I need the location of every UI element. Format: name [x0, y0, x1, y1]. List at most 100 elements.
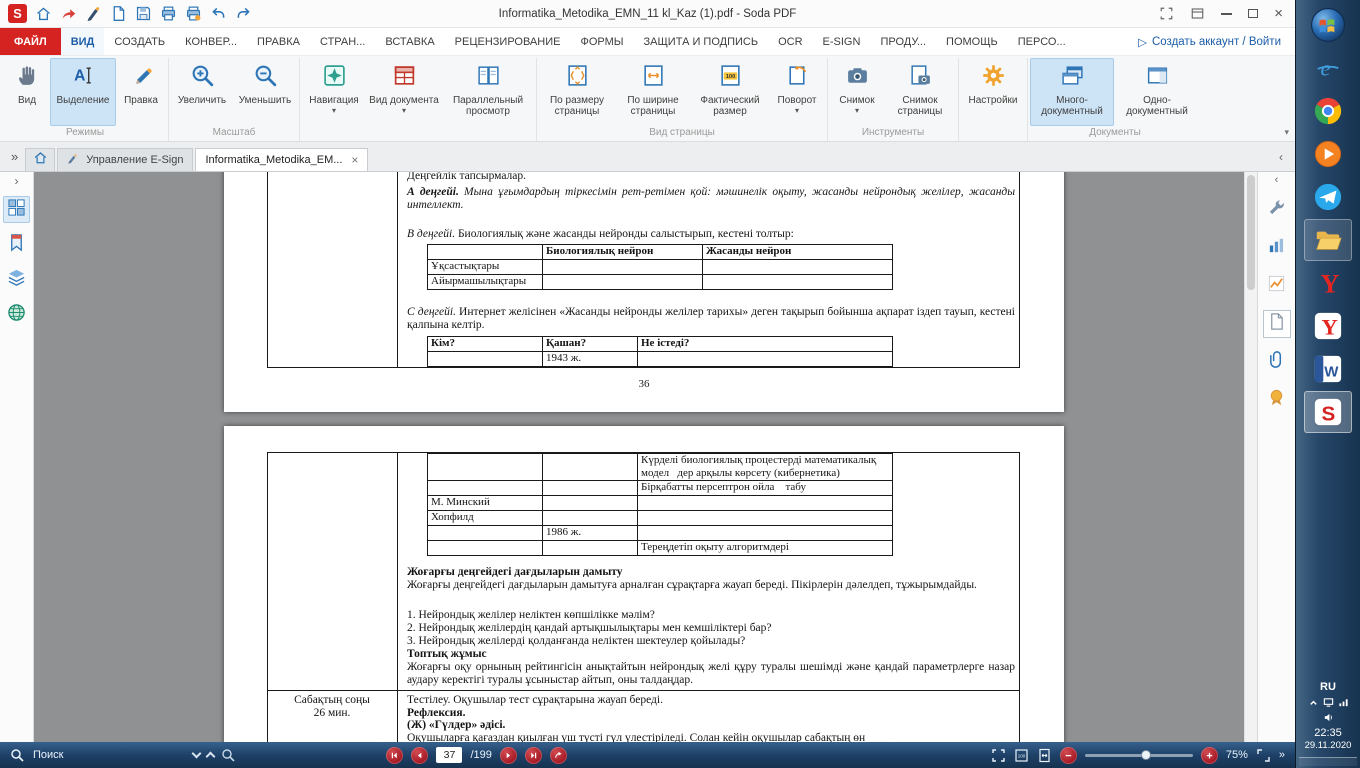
menu-tab-view[interactable]: ВИД: [61, 28, 105, 55]
menu-tab-esign[interactable]: E-SIGN: [813, 28, 871, 55]
paperclip-panel-button[interactable]: [1263, 348, 1291, 376]
document-view-button[interactable]: Вид документа ▾: [366, 58, 442, 126]
zoom-in-button[interactable]: Увеличить: [171, 58, 233, 126]
fit-window-icon[interactable]: [1256, 748, 1271, 763]
menu-tab-file[interactable]: ФАЙЛ: [0, 28, 61, 55]
taskbar-word-button[interactable]: W: [1304, 348, 1352, 390]
zoom-out-button[interactable]: [1060, 747, 1077, 764]
scrollbar-thumb[interactable]: [1247, 175, 1255, 290]
tabs-scroll-icon[interactable]: ‹: [1271, 150, 1291, 164]
start-button[interactable]: [1304, 4, 1352, 46]
menu-tab-secure[interactable]: ЗАЩИТА И ПОДПИСЬ: [634, 28, 769, 55]
menu-tab-products[interactable]: ПРОДУ...: [870, 28, 936, 55]
menu-tab-personalize[interactable]: ПЕРСО...: [1008, 28, 1076, 55]
ribbon-options-icon[interactable]: ▾: [1282, 127, 1293, 141]
chart-panel-button[interactable]: [1263, 272, 1291, 300]
home-tab-button[interactable]: [25, 148, 55, 171]
taskbar-media-player-button[interactable]: [1304, 133, 1352, 175]
previous-page-button[interactable]: [411, 747, 428, 764]
snapshot-button[interactable]: Снимок ▾: [830, 58, 884, 126]
network-icon[interactable]: [1338, 697, 1349, 708]
find-next-icon[interactable]: [192, 749, 202, 759]
account-signin-link[interactable]: ▷ Создать аккаунт / Войти: [1138, 28, 1295, 55]
close-tab-icon[interactable]: ×: [351, 153, 358, 167]
home-icon[interactable]: [35, 5, 52, 22]
edit-mode-button[interactable]: Правка: [116, 58, 166, 126]
taskbar-yandex-browser-button[interactable]: Y: [1304, 305, 1352, 347]
menu-tab-forms[interactable]: ФОРМЫ: [570, 28, 633, 55]
language-indicator[interactable]: RU: [1320, 681, 1336, 693]
show-hidden-icons-icon[interactable]: [1308, 697, 1319, 708]
single-document-button[interactable]: Одно-документный: [1114, 58, 1200, 126]
view-mode-button[interactable]: Вид: [4, 58, 50, 126]
menu-tab-pages[interactable]: СТРАН...: [310, 28, 375, 55]
speaker-icon[interactable]: [1323, 712, 1334, 723]
settings-button[interactable]: Настройки: [961, 58, 1025, 126]
zoom-slider-thumb[interactable]: [1141, 750, 1151, 760]
layers-panel-button[interactable]: [3, 266, 30, 293]
web-panel-button[interactable]: [3, 301, 30, 328]
fit-page-icon[interactable]: [1037, 748, 1052, 763]
collapse-ribbon-icon[interactable]: [1190, 6, 1205, 21]
taskbar-telegram-button[interactable]: [1304, 176, 1352, 218]
maximize-button[interactable]: [1248, 9, 1258, 18]
select-mode-button[interactable]: A Выделение: [50, 58, 116, 126]
navigation-button[interactable]: Навигация ▾: [302, 58, 366, 126]
stamps-panel-button[interactable]: [1263, 386, 1291, 414]
search-control[interactable]: Поиск: [10, 748, 63, 763]
tabs-overflow-icon[interactable]: »: [4, 149, 25, 164]
fullscreen-icon[interactable]: [991, 748, 1006, 763]
last-page-button[interactable]: [525, 747, 542, 764]
taskbar-explorer-button[interactable]: [1304, 219, 1352, 261]
clock[interactable]: 22:35: [1314, 727, 1342, 740]
menu-tab-help[interactable]: ПОМОЩЬ: [936, 28, 1008, 55]
taskbar-soda-pdf-button[interactable]: S: [1304, 391, 1352, 433]
actual-size-icon[interactable]: 100: [1014, 748, 1029, 763]
menu-tab-insert[interactable]: ВСТАВКА: [375, 28, 444, 55]
find-previous-icon[interactable]: [206, 752, 216, 762]
minimize-button[interactable]: [1221, 13, 1232, 15]
tools-panel-button[interactable]: [1263, 196, 1291, 224]
collapse-right-panel-icon[interactable]: ‹: [1275, 174, 1279, 186]
save-icon[interactable]: [135, 5, 152, 22]
soda-logo[interactable]: S: [8, 4, 27, 23]
zoom-out-button-ribbon[interactable]: Уменьшить: [233, 58, 297, 126]
menu-tab-create[interactable]: СОЗДАТЬ: [104, 28, 175, 55]
attachments-panel-button[interactable]: [1263, 310, 1291, 338]
fit-page-button[interactable]: По размеру страницы: [539, 58, 615, 126]
print-setup-icon[interactable]: [185, 5, 202, 22]
page-number-input[interactable]: [436, 747, 462, 763]
document-canvas[interactable]: Деңгейлік тапсырмалар. А деңгейі. Мына ұ…: [34, 172, 1244, 742]
actual-size-button[interactable]: 100 Фактический размер: [691, 58, 769, 126]
new-document-icon[interactable]: [110, 5, 127, 22]
zoom-in-button[interactable]: [1201, 747, 1218, 764]
stats-panel-button[interactable]: [1263, 234, 1291, 262]
share-icon[interactable]: [60, 5, 77, 22]
expand-left-panel-icon[interactable]: ›: [15, 174, 19, 188]
page-snapshot-button[interactable]: Снимок страницы: [884, 58, 956, 126]
tab-informatika-pdf[interactable]: Informatika_Metodika_EM... ×: [195, 148, 368, 171]
statusbar-more-icon[interactable]: »: [1279, 749, 1285, 761]
fullscreen-mode-icon[interactable]: [1159, 6, 1174, 21]
print-icon[interactable]: [160, 5, 177, 22]
taskbar-ie-button[interactable]: e: [1304, 47, 1352, 89]
menu-tab-review[interactable]: РЕЦЕНЗИРОВАНИЕ: [445, 28, 571, 55]
menu-tab-edit[interactable]: ПРАВКА: [247, 28, 310, 55]
menu-tab-convert[interactable]: КОНВЕР...: [175, 28, 247, 55]
undo-icon[interactable]: [210, 5, 227, 22]
fit-width-button[interactable]: По ширине страницы: [615, 58, 691, 126]
parallel-view-button[interactable]: Параллельный просмотр: [442, 58, 534, 126]
pen-icon[interactable]: [85, 5, 102, 22]
advanced-search-icon[interactable]: [221, 748, 236, 763]
next-view-button[interactable]: [550, 747, 567, 764]
show-desktop-button[interactable]: [1299, 757, 1357, 766]
next-page-button[interactable]: [500, 747, 517, 764]
redo-icon[interactable]: [235, 5, 252, 22]
taskbar-yandex-button[interactable]: Y: [1304, 262, 1352, 304]
bookmarks-panel-button[interactable]: [3, 231, 30, 258]
vertical-scrollbar[interactable]: [1244, 172, 1257, 742]
date[interactable]: 29.11.2020: [1305, 740, 1352, 752]
taskbar-chrome-button[interactable]: [1304, 90, 1352, 132]
rotate-button[interactable]: Поворот ▾: [769, 58, 825, 126]
display-icon[interactable]: [1323, 697, 1334, 708]
